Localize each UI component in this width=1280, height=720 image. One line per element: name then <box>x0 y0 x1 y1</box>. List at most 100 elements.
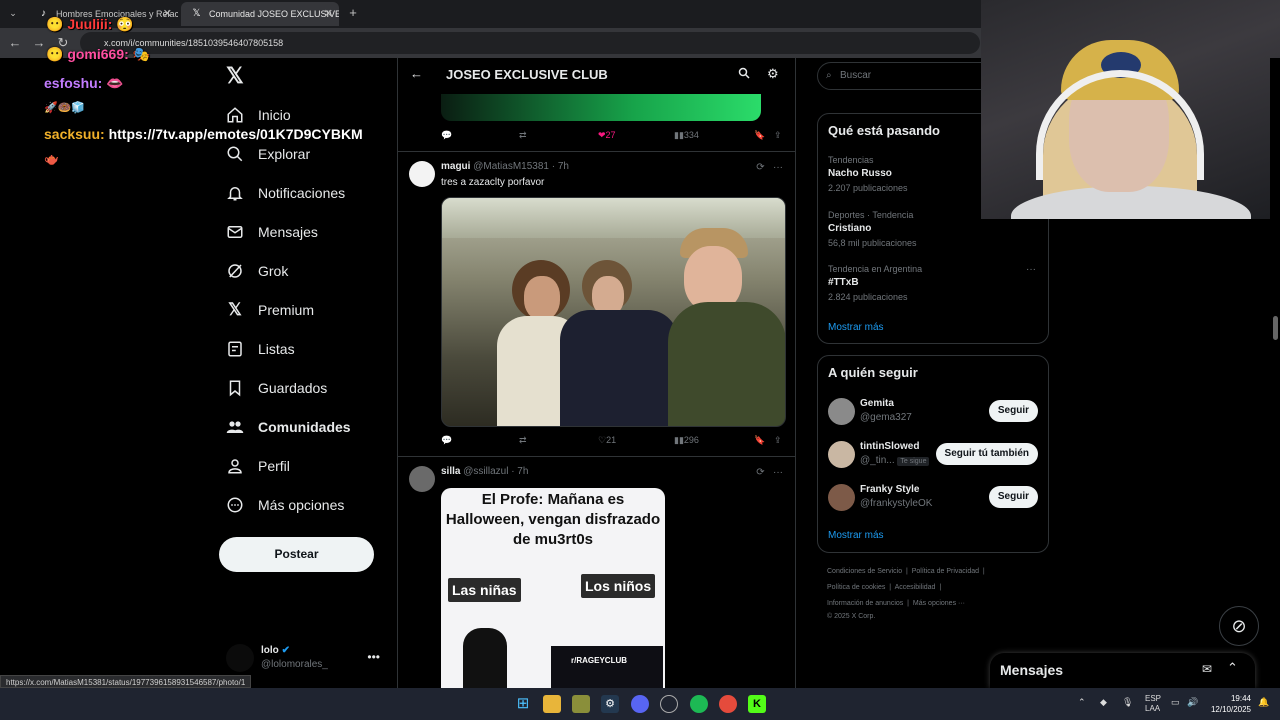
more-dots-icon[interactable]: ··· <box>773 467 783 478</box>
nav-item-explorar[interactable]: Explorar <box>226 139 310 169</box>
microphone-icon[interactable]: 🎙 <box>1122 697 1133 708</box>
nav-item-comunidades[interactable]: Comunidades <box>226 412 351 442</box>
grok-icon[interactable]: ⟳ <box>756 162 764 173</box>
tweet-photo[interactable]: El Profe: Mañana es Halloween, vengan di… <box>441 488 665 688</box>
footer-link[interactable]: Política de cookies <box>827 584 885 591</box>
scrollbar-thumb[interactable] <box>1273 316 1278 340</box>
spotify-icon[interactable] <box>690 695 708 713</box>
nav-item-mensajes[interactable]: Mensajes <box>226 217 318 247</box>
tweet-time[interactable]: · 7h <box>552 161 569 172</box>
page-scrollbar[interactable] <box>1270 58 1280 688</box>
show-more-trends-link[interactable]: Mostrar más <box>828 322 884 333</box>
tweet-time[interactable]: · 7h <box>511 466 528 477</box>
nav-item-premium[interactable]: 𝕏 Premium <box>226 295 314 325</box>
reply-icon[interactable]: 💬 <box>441 435 452 446</box>
follow-button[interactable]: Seguir <box>988 400 1038 422</box>
avatar[interactable] <box>409 161 435 187</box>
previous-tweet-media[interactable] <box>441 94 761 121</box>
avatar[interactable] <box>828 484 855 511</box>
new-tab-button[interactable]: + <box>344 4 362 22</box>
tweet-actions: 💬 ⇄ ♡ 21 ▮▮ 296 🔖 ⇪ <box>441 435 787 451</box>
follow-suggestion-name[interactable]: Franky Style <box>860 484 919 495</box>
follow-back-button[interactable]: Seguir tú también <box>935 443 1038 465</box>
emote-icon: 😳 <box>116 16 134 32</box>
discord-icon[interactable] <box>631 695 649 713</box>
tweet-author[interactable]: magui <box>441 161 470 172</box>
show-more-follow-link[interactable]: Mostrar más <box>828 530 884 541</box>
bookmark-icon[interactable]: 🔖 <box>754 130 765 141</box>
messages-dock[interactable]: Mensajes ✉ ⌃ <box>990 653 1255 688</box>
steam-icon[interactable]: ⚙ <box>601 695 619 713</box>
trend-count: 2.824 publicaciones <box>828 292 908 302</box>
back-icon[interactable]: ← <box>6 34 24 52</box>
expand-icon[interactable]: ⌃ <box>1227 660 1238 676</box>
volume-icon[interactable]: 🔊 <box>1187 697 1198 708</box>
tab-list-icon[interactable]: ⌄ <box>4 4 22 22</box>
system-clock[interactable]: 19:44 12/10/2025 <box>1206 693 1251 715</box>
language-indicator[interactable]: ESP LAA <box>1145 694 1161 714</box>
search-icon[interactable] <box>738 67 750 82</box>
avatar[interactable] <box>828 441 855 468</box>
footer-links: Política de cookies | Accesibilidad | <box>827 584 942 591</box>
network-icon[interactable]: ▭ <box>1171 697 1180 708</box>
url-input[interactable]: x.com/i/communities/1851039546407805158 <box>80 32 980 54</box>
nav-item-guardados[interactable]: Guardados <box>226 373 327 403</box>
more-dots-icon[interactable]: ··· <box>1026 264 1036 275</box>
close-tab-icon[interactable]: ✕ <box>163 2 172 26</box>
nav-item-mas-opciones[interactable]: Más opciones <box>226 490 344 520</box>
back-arrow-icon[interactable]: ← <box>410 66 423 81</box>
footer-link[interactable]: Información de anuncios <box>827 600 903 607</box>
nav-item-grok[interactable]: Grok <box>226 256 288 286</box>
retweet-icon[interactable]: ⇄ <box>519 435 527 446</box>
views-button[interactable]: ▮▮ 334 <box>674 130 699 141</box>
trend-category: Deportes · Tendencia <box>828 210 914 220</box>
follow-suggestion-name[interactable]: Gemita <box>860 398 894 409</box>
account-switcher[interactable]: lolo ✔ @lolomorales_ ••• <box>226 644 386 674</box>
footer-link[interactable]: Accesibilidad <box>895 584 936 591</box>
notification-icon[interactable]: 🔔 <box>1258 697 1269 708</box>
new-message-icon[interactable]: ✉ <box>1202 662 1212 676</box>
follow-button[interactable]: Seguir <box>988 486 1038 508</box>
share-icon[interactable]: ⇪ <box>774 130 782 141</box>
bookmark-icon[interactable]: 🔖 <box>754 435 765 446</box>
chrome-icon[interactable] <box>719 695 737 713</box>
app-icon[interactable] <box>572 695 590 713</box>
footer-link[interactable]: Política de Privacidad <box>912 568 979 575</box>
grok-fab-button[interactable]: ⊘ <box>1219 606 1259 646</box>
tweet-photo[interactable] <box>441 197 786 427</box>
avatar[interactable] <box>828 398 855 425</box>
chat-message: https://7tv.app/emotes/01K7D9CYBKM <box>108 126 363 142</box>
tab-title: Comunidad JOSEO EXCLUSIVE <box>209 9 339 19</box>
post-button[interactable]: Postear <box>219 537 374 572</box>
like-button[interactable]: ♡ 21 <box>598 435 616 446</box>
chat-line: sacksuu: https://7tv.app/emotes/01K7D9CY… <box>44 126 363 142</box>
views-button[interactable]: ▮▮ 296 <box>674 435 699 446</box>
share-icon[interactable]: ⇪ <box>774 435 782 446</box>
retweet-icon[interactable]: ⇄ <box>519 130 527 141</box>
file-explorer-icon[interactable] <box>543 695 561 713</box>
security-tray-icon[interactable]: ◆ <box>1100 697 1107 708</box>
obs-icon[interactable] <box>660 695 678 713</box>
footer-link[interactable]: Más opciones ··· <box>913 600 965 607</box>
nav-item-notificaciones[interactable]: Notificaciones <box>226 178 345 208</box>
windows-start-icon[interactable]: ⊞ <box>514 695 532 713</box>
nav-item-listas[interactable]: Listas <box>226 334 295 364</box>
more-dots-icon[interactable]: ··· <box>773 162 783 173</box>
footer-link[interactable]: Condiciones de Servicio <box>827 568 902 575</box>
x-logo-icon[interactable]: 𝕏 <box>226 65 246 87</box>
kick-icon[interactable]: K <box>748 695 766 713</box>
avatar[interactable] <box>409 466 435 492</box>
tweet-handle[interactable]: @ssillazul <box>463 466 508 477</box>
chevron-up-icon[interactable]: ⌃ <box>1078 697 1086 708</box>
reply-icon[interactable]: 💬 <box>441 130 452 141</box>
tab-comunidad-joseo[interactable]: 𝕏 Comunidad JOSEO EXCLUSIVE ✕ <box>181 2 339 26</box>
like-button[interactable]: ❤ 27 <box>598 130 616 141</box>
close-tab-icon[interactable]: ✕ <box>324 2 333 26</box>
tweet-handle[interactable]: @MatiasM15381 <box>473 161 549 172</box>
more-dots-icon[interactable]: ••• <box>367 650 380 664</box>
tweet-author[interactable]: silla <box>441 466 460 477</box>
grok-icon[interactable]: ⟳ <box>756 467 764 478</box>
follow-suggestion-name[interactable]: tintinSlowed <box>860 441 919 452</box>
nav-item-perfil[interactable]: Perfil <box>226 451 290 481</box>
gear-icon[interactable]: ⚙ <box>767 66 779 82</box>
